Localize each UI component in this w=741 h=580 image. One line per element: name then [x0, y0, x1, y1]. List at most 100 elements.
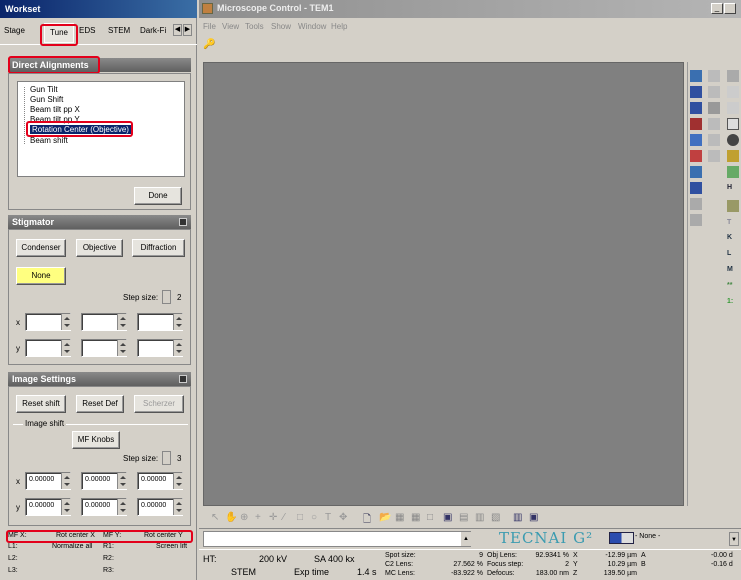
right-dropdown-button[interactable]: ▼ [729, 532, 739, 546]
stage-icon[interactable] [690, 86, 702, 98]
menu-help[interactable]: Help [331, 22, 347, 31]
menu-window[interactable]: Window [298, 22, 326, 31]
tool-3j-icon[interactable]: T [727, 219, 739, 231]
alignment-item-beam-shift[interactable]: Beam shift [30, 136, 68, 145]
alignment-item-gun-shift[interactable]: Gun Shift [30, 95, 63, 104]
tool-3g-icon[interactable] [727, 166, 739, 178]
tool-3b-icon[interactable] [727, 86, 739, 98]
tool-b7-icon[interactable]: ▤ [459, 512, 468, 523]
reset-def-button[interactable]: Reset Def [76, 395, 124, 413]
tool-b9-icon[interactable]: ▧ [491, 512, 500, 523]
tool-2f-icon[interactable] [708, 150, 720, 162]
tool-3o-icon[interactable]: 1: [727, 298, 739, 310]
new-file-icon[interactable]: 🗋 [363, 512, 371, 529]
aperture-icon[interactable] [690, 214, 702, 226]
tab-eds[interactable]: EDS [79, 26, 95, 35]
alignment-icon[interactable] [690, 134, 702, 146]
image-y-spin-1[interactable] [61, 499, 71, 515]
image-y-spin-2[interactable] [117, 499, 127, 515]
image-y-spin-3[interactable] [173, 499, 183, 515]
scherzer-button[interactable]: Scherzer [134, 395, 184, 413]
tab-stage[interactable]: Stage [4, 26, 25, 35]
plus-icon[interactable]: ✛ [269, 512, 277, 523]
menu-tools[interactable]: Tools [245, 22, 264, 31]
image-viewer[interactable] [203, 62, 684, 506]
move-icon[interactable]: ✥ [339, 512, 347, 523]
camera-icon[interactable] [690, 70, 702, 82]
tool-3i-icon[interactable] [727, 200, 739, 212]
line-icon[interactable]: ⁄ [283, 512, 285, 523]
tool-3f-icon[interactable] [727, 150, 739, 162]
image-step-spinner[interactable] [162, 451, 171, 465]
menu-view[interactable]: View [222, 22, 239, 31]
tool-2d-icon[interactable] [708, 118, 720, 130]
crosshair-icon[interactable]: + [255, 512, 261, 523]
beam-icon[interactable] [690, 118, 702, 130]
stigmator-y-spin-1[interactable] [61, 340, 71, 356]
stigmator-x-spin-3[interactable] [173, 314, 183, 330]
text-icon[interactable]: T [325, 512, 331, 523]
lens-icon[interactable] [690, 182, 702, 194]
none-button[interactable]: None [16, 267, 66, 285]
tool-2b-icon[interactable] [708, 86, 720, 98]
tool-b8-icon[interactable]: ▥ [475, 512, 484, 523]
objective-button[interactable]: Objective [76, 239, 123, 257]
tool-2e-icon[interactable] [708, 134, 720, 146]
diffraction-button[interactable]: Diffraction [132, 239, 185, 257]
image-x-spin-1[interactable] [61, 473, 71, 489]
alignment-item-beam-tilt-x[interactable]: Beam tilt pp X [30, 105, 80, 114]
tool-b4-icon[interactable]: ▦ [411, 512, 420, 523]
image-settings-collapse-icon[interactable] [179, 375, 187, 383]
none-dropdown[interactable]: - None - [635, 533, 660, 540]
tool-b11-icon[interactable]: ▣ [529, 512, 538, 523]
vacuum-icon[interactable] [690, 166, 702, 178]
tool-b3-icon[interactable]: ▦ [395, 512, 404, 523]
tool-b10-icon[interactable]: ▥ [513, 512, 522, 523]
message-dropdown-button[interactable]: ▲ [461, 532, 471, 546]
screen-layout-icon[interactable] [609, 532, 634, 544]
maximize-button[interactable] [724, 3, 736, 14]
alignment-item-gun-tilt[interactable]: Gun Tilt [30, 85, 58, 94]
menu-show[interactable]: Show [271, 22, 291, 31]
detector-icon[interactable] [690, 102, 702, 114]
stigmator-y-spin-3[interactable] [173, 340, 183, 356]
menu-file[interactable]: File [203, 22, 216, 31]
tool-2a-icon[interactable] [708, 70, 720, 82]
mf-knobs-button[interactable]: MF Knobs [72, 431, 120, 449]
tool-3c-icon[interactable] [727, 102, 739, 114]
open-folder-icon[interactable]: 📂 [379, 512, 391, 523]
save-icon[interactable]: ▣ [443, 512, 452, 523]
tilt-icon[interactable] [690, 150, 702, 162]
rectangle-icon[interactable]: □ [297, 512, 303, 523]
hand-icon[interactable]: ✋ [225, 512, 237, 523]
condenser-button[interactable]: Condenser [16, 239, 66, 257]
tool-2c-icon[interactable] [708, 102, 720, 114]
stigmator-x-spin-2[interactable] [117, 314, 127, 330]
tab-dark-field[interactable]: Dark-Fi [140, 26, 166, 35]
reset-shift-button[interactable]: Reset shift [16, 395, 66, 413]
tool-3d-icon[interactable] [727, 118, 739, 130]
image-x-spin-2[interactable] [117, 473, 127, 489]
tool-3n-icon[interactable]: ** [727, 282, 739, 294]
tool-3l-icon[interactable]: L [727, 250, 739, 262]
tab-stem[interactable]: STEM [108, 26, 130, 35]
tool-3h-icon[interactable]: H [727, 184, 739, 196]
done-button[interactable]: Done [134, 187, 182, 205]
stigmator-y-spin-2[interactable] [117, 340, 127, 356]
tool-3m-icon[interactable]: M [727, 266, 739, 278]
filter-icon[interactable] [690, 198, 702, 210]
pointer-icon[interactable]: ↖ [211, 512, 219, 523]
stigmator-step-spinner[interactable] [162, 290, 171, 304]
tool-3k-icon[interactable]: K [727, 234, 739, 246]
stigmator-collapse-icon[interactable] [179, 218, 187, 226]
tool-3e-icon[interactable] [727, 134, 739, 146]
tool-3a-icon[interactable] [727, 70, 739, 82]
image-x-spin-3[interactable] [173, 473, 183, 489]
ellipse-icon[interactable]: ○ [311, 512, 317, 523]
minimize-button[interactable]: _ [711, 3, 723, 14]
stigmator-x-spin-1[interactable] [61, 314, 71, 330]
tab-scroll-right-button[interactable]: ▶ [183, 24, 192, 36]
tab-scroll-left-button[interactable]: ◀ [173, 24, 182, 36]
zoom-icon[interactable]: ⊕ [240, 512, 248, 523]
tool-b5-icon[interactable]: □ [427, 512, 433, 523]
